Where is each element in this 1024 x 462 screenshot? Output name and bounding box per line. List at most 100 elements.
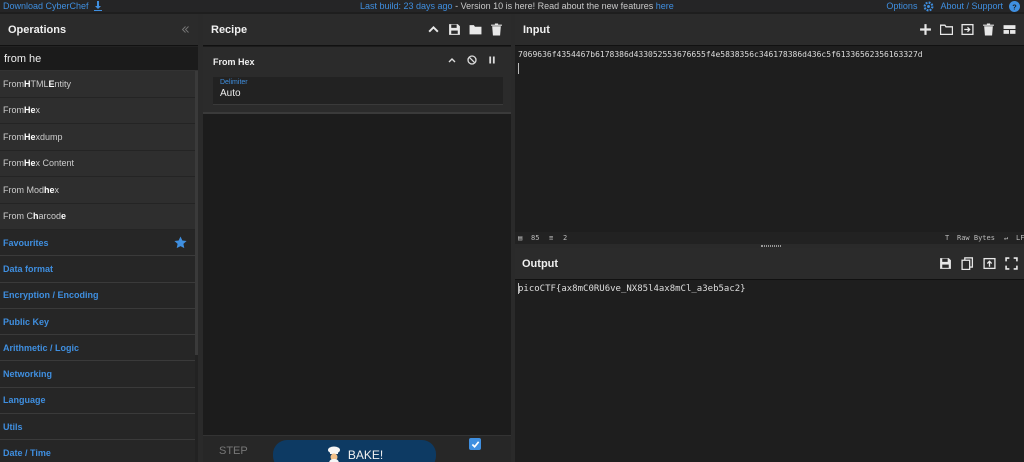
category-label: Public Key bbox=[3, 316, 50, 327]
category-favourites[interactable]: Favourites bbox=[0, 230, 195, 257]
chef-icon bbox=[327, 446, 340, 462]
category-date-time[interactable]: Date / Time bbox=[0, 440, 195, 462]
category-utils[interactable]: Utils bbox=[0, 414, 195, 441]
release-notes-link[interactable]: here bbox=[656, 1, 674, 11]
maximize-icon[interactable] bbox=[1005, 257, 1018, 270]
category-networking[interactable]: Networking bbox=[0, 361, 195, 388]
op-label: xdump bbox=[35, 131, 63, 142]
output-title: Output bbox=[522, 257, 559, 270]
recipe-panel: Recipe From Hex Delimiter Auto STEP BAKE… bbox=[203, 14, 511, 462]
auto-bake-checkbox[interactable] bbox=[469, 438, 481, 450]
input-title: Input bbox=[523, 23, 550, 36]
recipe-header: Recipe bbox=[203, 14, 511, 46]
save-icon[interactable] bbox=[448, 23, 461, 36]
top-banner: Download CyberChef Last build: 23 days a… bbox=[0, 0, 1024, 12]
eol-button[interactable]: LF bbox=[1016, 234, 1024, 242]
output-panel: Output picoCTF{ax8mC0RU6ve_NX85l4ax8mCl_… bbox=[515, 248, 1024, 462]
op-match: e bbox=[61, 211, 67, 222]
replace-input-icon[interactable] bbox=[983, 257, 996, 270]
op-label: TML bbox=[30, 78, 49, 89]
op-label: From bbox=[3, 131, 24, 142]
recipe-op-title: From Hex bbox=[213, 57, 255, 67]
category-label: Language bbox=[3, 395, 46, 406]
op-match: He bbox=[24, 105, 36, 116]
text-format-icon[interactable]: T bbox=[945, 234, 949, 242]
op-from-charcode[interactable]: From Ch arcod e bbox=[0, 203, 195, 230]
category-public-key[interactable]: Public Key bbox=[0, 308, 195, 336]
open-folder-icon[interactable] bbox=[940, 23, 953, 36]
star-icon bbox=[174, 236, 187, 249]
chevron-up-small-icon[interactable] bbox=[447, 55, 457, 65]
download-cyberchef-link[interactable]: Download CyberChef bbox=[3, 1, 89, 11]
op-from-modhex[interactable]: From Mod he x bbox=[0, 177, 195, 204]
delimiter-label: Delimiter bbox=[220, 79, 248, 86]
op-label: x bbox=[35, 105, 41, 116]
help-icon[interactable]: ? bbox=[1009, 0, 1020, 12]
op-match: he bbox=[44, 184, 55, 195]
bake-label: BAKE! bbox=[347, 448, 384, 462]
category-data-format[interactable]: Data format bbox=[0, 256, 195, 283]
op-label: x Content bbox=[35, 158, 75, 169]
op-label: From bbox=[3, 78, 24, 89]
check-icon bbox=[471, 440, 479, 448]
clear-input-icon[interactable] bbox=[982, 23, 995, 36]
layout-icon[interactable] bbox=[1003, 23, 1016, 36]
chevron-up-icon[interactable] bbox=[427, 23, 440, 36]
category-label: Favourites bbox=[3, 237, 49, 248]
build-notice: Last build: 23 days ago - Version 10 is … bbox=[360, 0, 674, 12]
category-arithmetic-logic[interactable]: Arithmetic / Logic bbox=[0, 335, 195, 362]
about-support-link[interactable]: About / Support bbox=[940, 1, 1003, 11]
copy-icon[interactable] bbox=[961, 257, 974, 270]
category-language[interactable]: Language bbox=[0, 387, 195, 415]
open-file-icon[interactable] bbox=[961, 23, 974, 36]
category-label: Encryption / Encoding bbox=[3, 290, 99, 301]
step-button[interactable]: STEP bbox=[219, 445, 248, 457]
recipe-footer: STEP BAKE! bbox=[203, 435, 511, 462]
input-status-bar: ▤ 85 ≡ 2 T Raw Bytes ↵ LF bbox=[515, 232, 1024, 244]
category-label: Arithmetic / Logic bbox=[3, 342, 80, 353]
svg-text:?: ? bbox=[1012, 2, 1017, 11]
category-label: Data format bbox=[3, 263, 54, 274]
line-count-icon: ≡ bbox=[549, 234, 554, 242]
add-tab-icon[interactable] bbox=[919, 23, 932, 36]
recipe-operation-card: From Hex Delimiter Auto bbox=[203, 47, 511, 114]
operations-header: Operations bbox=[0, 14, 198, 46]
save-output-icon[interactable] bbox=[939, 257, 952, 270]
op-from-html-entity[interactable]: From H TML Entity bbox=[0, 71, 195, 98]
trash-icon[interactable] bbox=[490, 23, 503, 36]
op-from-hex[interactable]: From He x bbox=[0, 97, 195, 124]
resizer-grip[interactable] bbox=[761, 245, 781, 247]
operations-panel: Operations from he From H TML Entity From… bbox=[0, 14, 199, 462]
op-label: x bbox=[54, 184, 60, 195]
bake-button[interactable]: BAKE! bbox=[273, 440, 436, 462]
options-link[interactable]: Options bbox=[886, 1, 917, 11]
gear-icon[interactable] bbox=[923, 1, 934, 12]
collapse-ops-icon[interactable] bbox=[181, 25, 190, 34]
op-from-hexdump[interactable]: From He xdump bbox=[0, 124, 195, 151]
output-cursor bbox=[518, 283, 519, 294]
operations-search-input[interactable]: from he bbox=[0, 47, 198, 71]
op-from-hex-content[interactable]: From He x Content bbox=[0, 150, 195, 177]
disable-icon[interactable] bbox=[467, 55, 477, 65]
input-panel: Input 7069636f4354467b6178386d4330525536… bbox=[515, 14, 1024, 244]
delimiter-field[interactable]: Delimiter Auto bbox=[213, 77, 503, 105]
recipe-title: Recipe bbox=[211, 23, 248, 36]
version-message: - Version 10 is here! Read about the new… bbox=[452, 1, 656, 11]
char-count-icon: ▤ bbox=[518, 234, 523, 242]
line-count: 2 bbox=[563, 234, 568, 242]
download-icon[interactable] bbox=[93, 1, 104, 12]
input-textarea[interactable]: 7069636f4354467b6178386d433052553676655f… bbox=[518, 50, 923, 59]
delimiter-value: Auto bbox=[220, 88, 241, 99]
category-label: Utils bbox=[3, 421, 23, 432]
category-encryption-encoding[interactable]: Encryption / Encoding bbox=[0, 282, 195, 309]
folder-icon[interactable] bbox=[469, 23, 482, 36]
op-match: He bbox=[24, 131, 36, 142]
pause-icon[interactable] bbox=[487, 55, 497, 65]
output-text[interactable]: picoCTF{ax8mC0RU6ve_NX85l4ax8mCl_a3eb5ac… bbox=[518, 284, 746, 294]
raw-bytes-button[interactable]: Raw Bytes bbox=[957, 234, 995, 242]
operations-title: Operations bbox=[8, 23, 67, 36]
op-label: From C bbox=[3, 211, 33, 222]
output-header: Output bbox=[515, 248, 1024, 280]
category-label: Date / Time bbox=[3, 448, 51, 459]
input-header: Input bbox=[515, 14, 1024, 46]
